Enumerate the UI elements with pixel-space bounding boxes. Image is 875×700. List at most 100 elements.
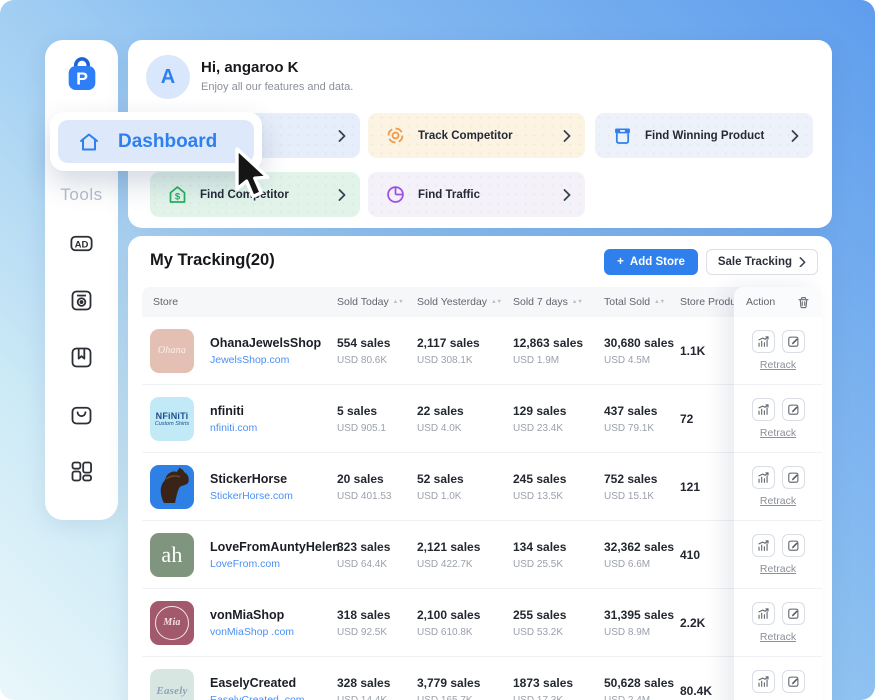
sales-chart-button[interactable] bbox=[752, 398, 775, 421]
edit-button[interactable] bbox=[782, 466, 805, 489]
app-logo[interactable]: P bbox=[45, 56, 118, 92]
sold-today-cell: 328 salesUSD 14.4K bbox=[337, 676, 390, 700]
edit-icon bbox=[787, 675, 800, 688]
chevron-right-icon bbox=[338, 130, 346, 142]
home-icon bbox=[77, 130, 101, 154]
chart-icon bbox=[757, 471, 770, 484]
feature-card-label: Find Winning Product bbox=[645, 130, 791, 142]
chevron-right-icon bbox=[563, 130, 571, 142]
greeting-subtitle: Enjoy all our features and data. bbox=[201, 81, 353, 93]
ads-icon: AD bbox=[68, 230, 95, 257]
edit-button[interactable] bbox=[782, 330, 805, 353]
total-sold-cell: 50,628 salesUSD 2.4M bbox=[604, 676, 674, 700]
apps-grid-icon bbox=[68, 458, 95, 485]
store-domain-link[interactable]: nfiniti.com bbox=[210, 422, 257, 434]
sold-yesterday-cell: 2,100 salesUSD 610.8K bbox=[417, 608, 480, 638]
edit-button[interactable] bbox=[782, 398, 805, 421]
edit-button[interactable] bbox=[782, 670, 805, 693]
sales-chart-button[interactable] bbox=[752, 466, 775, 489]
store-products-cell: 72 bbox=[680, 412, 693, 426]
chart-icon bbox=[757, 403, 770, 416]
chart-icon bbox=[757, 335, 770, 348]
add-store-button[interactable]: + Add Store bbox=[604, 249, 698, 275]
bookmark-icon bbox=[68, 344, 95, 371]
plus-icon: + bbox=[617, 256, 624, 268]
edit-button[interactable] bbox=[782, 602, 805, 625]
store-domain-link[interactable]: EaselyCreated .com bbox=[210, 694, 305, 700]
dashboard-nav-popup[interactable]: Dashboard bbox=[50, 112, 262, 171]
sidebar-item-ads[interactable]: AD bbox=[67, 228, 97, 258]
retrack-link[interactable]: Retrack bbox=[760, 631, 796, 643]
sidebar-item-store[interactable] bbox=[67, 399, 97, 429]
table-row: Easely EaselyCreated EaselyCreated .com … bbox=[142, 657, 818, 700]
feature-card-track-competitor[interactable]: Track Competitor bbox=[368, 113, 585, 158]
store-logo: NFiNiTi Custom Shirts bbox=[150, 397, 194, 441]
total-sold-cell: 30,680 salesUSD 4.5M bbox=[604, 336, 674, 366]
trash-icon bbox=[797, 296, 810, 309]
action-cell: Retrack bbox=[734, 317, 822, 385]
store-cell: Mia vonMiaShop vonMiaShop .com bbox=[150, 601, 294, 645]
store-domain-link[interactable]: LoveFrom.com bbox=[210, 558, 340, 570]
store-name: OhanaJewelsShop bbox=[210, 336, 321, 350]
retrack-link[interactable]: Retrack bbox=[760, 427, 796, 439]
sold-7-days-cell: 129 salesUSD 23.4K bbox=[513, 404, 566, 434]
column-sold-yesterday[interactable]: Sold Yesterday▲▼ bbox=[417, 296, 502, 308]
edit-button[interactable] bbox=[782, 534, 805, 557]
retrack-link[interactable]: Retrack bbox=[760, 495, 796, 507]
sidebar-item-bookmark[interactable] bbox=[67, 342, 97, 372]
dashboard-nav-label: Dashboard bbox=[118, 131, 217, 153]
feature-card-find-winning-product[interactable]: Find Winning Product bbox=[595, 113, 813, 158]
action-cell: Retrack bbox=[734, 453, 822, 521]
feature-card-find-competitor[interactable]: $ Find Competitor bbox=[150, 172, 360, 217]
store-logo: Ohana bbox=[150, 329, 194, 373]
store-cell: ah LoveFromAuntyHelen LoveFrom.com bbox=[150, 533, 340, 577]
app-background: P Tools AD bbox=[0, 0, 875, 700]
action-cell: Retrack bbox=[734, 521, 822, 589]
column-total-sold[interactable]: Total Sold▲▼ bbox=[604, 296, 665, 308]
sales-chart-button[interactable] bbox=[752, 534, 775, 557]
store-domain-link[interactable]: vonMiaShop .com bbox=[210, 626, 294, 638]
chevron-right-icon bbox=[338, 189, 346, 201]
total-sold-cell: 32,362 salesUSD 6.6M bbox=[604, 540, 674, 570]
sales-chart-button[interactable] bbox=[752, 602, 775, 625]
greeting-title: Hi, angaroo K bbox=[201, 59, 299, 76]
store-products-cell: 121 bbox=[680, 480, 700, 494]
sold-yesterday-cell: 2,117 salesUSD 308.1K bbox=[417, 336, 480, 366]
retrack-link[interactable]: Retrack bbox=[760, 359, 796, 371]
edit-icon bbox=[787, 403, 800, 416]
product-box-icon bbox=[612, 125, 633, 146]
store-name: vonMiaShop bbox=[210, 608, 294, 622]
delete-all-button[interactable] bbox=[797, 296, 810, 309]
store-cell: StickerHorse StickerHorse.com bbox=[150, 465, 293, 509]
sales-chart-button[interactable] bbox=[752, 330, 775, 353]
store-name: nfiniti bbox=[210, 404, 257, 418]
sidebar-item-apps[interactable] bbox=[67, 456, 97, 486]
sold-today-cell: 323 salesUSD 64.4K bbox=[337, 540, 390, 570]
edit-icon bbox=[787, 335, 800, 348]
sold-yesterday-cell: 22 salesUSD 4.0K bbox=[417, 404, 464, 434]
table-row: Ohana OhanaJewelsShop JewelsShop.com 554… bbox=[142, 317, 818, 385]
sales-chart-button[interactable] bbox=[752, 670, 775, 693]
sidebar-item-track-product[interactable] bbox=[67, 285, 97, 315]
store-domain-link[interactable]: StickerHorse.com bbox=[210, 490, 293, 502]
column-sold-7-days[interactable]: Sold 7 days▲▼ bbox=[513, 296, 583, 308]
column-sold-today[interactable]: Sold Today▲▼ bbox=[337, 296, 404, 308]
total-sold-cell: 437 salesUSD 79.1K bbox=[604, 404, 657, 434]
chevron-right-icon bbox=[791, 130, 799, 142]
feature-card-label: Find Traffic bbox=[418, 189, 563, 201]
sold-today-cell: 20 salesUSD 401.53 bbox=[337, 472, 391, 502]
retrack-link[interactable]: Retrack bbox=[760, 563, 796, 575]
add-store-label: Add Store bbox=[630, 256, 685, 268]
column-action: Action bbox=[746, 296, 775, 308]
sale-tracking-button[interactable]: Sale Tracking bbox=[706, 249, 818, 275]
svg-text:P: P bbox=[76, 69, 88, 89]
sold-7-days-cell: 134 salesUSD 25.5K bbox=[513, 540, 566, 570]
store-domain-link[interactable]: JewelsShop.com bbox=[210, 354, 321, 366]
feature-card-find-traffic[interactable]: Find Traffic bbox=[368, 172, 585, 217]
sort-icon: ▲▼ bbox=[654, 300, 665, 305]
store-products-cell: 2.2K bbox=[680, 616, 705, 630]
table-row: ah LoveFromAuntyHelen LoveFrom.com 323 s… bbox=[142, 521, 818, 589]
sold-today-cell: 554 salesUSD 80.6K bbox=[337, 336, 390, 366]
edit-icon bbox=[787, 471, 800, 484]
action-cell: Retrack bbox=[734, 657, 822, 700]
